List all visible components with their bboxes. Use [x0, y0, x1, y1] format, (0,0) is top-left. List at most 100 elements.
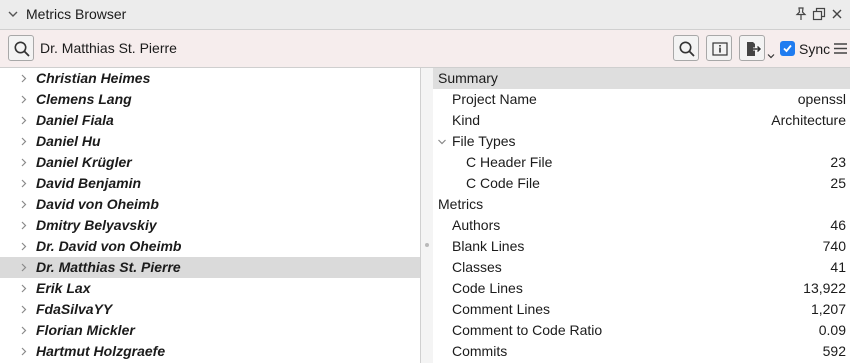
author-row[interactable]: David von Oheimb — [0, 194, 420, 215]
metrics-header: Metrics — [433, 194, 850, 215]
hamburger-menu-icon[interactable] — [833, 42, 848, 55]
chevron-right-icon[interactable] — [19, 137, 28, 146]
metric-label: Code Lines — [452, 280, 523, 296]
metric-label: Classes — [452, 259, 502, 275]
metric-value: 740 — [822, 238, 846, 254]
property-value: Architecture — [771, 112, 846, 128]
chevron-right-icon[interactable] — [19, 179, 28, 188]
author-row[interactable]: Erik Lax — [0, 278, 420, 299]
chevron-right-icon[interactable] — [19, 74, 28, 83]
property-row-kind[interactable]: Kind Architecture — [433, 110, 850, 131]
author-row[interactable]: Dr. David von Oheimb — [0, 236, 420, 257]
author-tree: Christian Heimes Clemens Lang Daniel Fiala… — [0, 68, 421, 363]
chevron-down-icon[interactable] — [437, 137, 447, 147]
metric-label: Authors — [452, 217, 501, 233]
search-icon — [14, 41, 30, 57]
find-button[interactable] — [673, 35, 699, 61]
author-row[interactable]: Hartmut Holzgraefe — [0, 341, 420, 362]
author-name: Florian Mickler — [36, 322, 135, 338]
metric-label: Comment Lines — [452, 301, 551, 317]
author-name: Clemens Lang — [36, 91, 132, 107]
author-row[interactable]: Florian Mickler — [0, 320, 420, 341]
chevron-down-icon[interactable] — [6, 7, 20, 21]
search-toolbar: Sync — [0, 30, 850, 68]
summary-header: Summary — [433, 68, 850, 89]
metric-label: Blank Lines — [452, 238, 525, 254]
author-row[interactable]: Christian Heimes — [0, 68, 420, 89]
sync-checkbox[interactable] — [780, 41, 795, 56]
pin-icon[interactable] — [794, 7, 808, 21]
author-name: Dr. David von Oheimb — [36, 238, 182, 254]
chevron-right-icon[interactable] — [19, 95, 28, 104]
chevron-right-icon[interactable] — [19, 326, 28, 335]
metric-value: 0.09 — [818, 322, 846, 338]
property-value: 23 — [830, 154, 846, 170]
metric-row[interactable]: Comment Lines 1,207 — [433, 299, 850, 320]
metric-value: 592 — [822, 343, 846, 359]
author-row[interactable]: Dr. Matthias St. Pierre — [0, 257, 420, 278]
splitter-handle[interactable] — [425, 243, 429, 247]
author-name: Christian Heimes — [36, 70, 151, 86]
metric-row[interactable]: Code Lines 13,922 — [433, 278, 850, 299]
property-row-c-code-file[interactable]: C Code File 25 — [433, 173, 850, 194]
metric-label: Comment to Code Ratio — [452, 322, 603, 338]
metric-label: Commits — [452, 343, 508, 359]
property-label: Kind — [452, 112, 481, 128]
author-name: David von Oheimb — [36, 196, 159, 212]
sync-label[interactable]: Sync — [799, 41, 830, 57]
author-row[interactable]: Clemens Lang — [0, 89, 420, 110]
author-row[interactable]: FdaSilvaYY — [0, 299, 420, 320]
author-row[interactable]: David Benjamin — [0, 173, 420, 194]
property-row-project-name[interactable]: Project Name openssl — [433, 89, 850, 110]
chevron-right-icon[interactable] — [19, 200, 28, 209]
export-icon — [747, 42, 762, 56]
splitter[interactable] — [421, 68, 433, 363]
chevron-right-icon[interactable] — [19, 116, 28, 125]
chevron-right-icon[interactable] — [19, 305, 28, 314]
metric-value: 46 — [830, 217, 846, 233]
property-row-file-types[interactable]: File Types — [433, 131, 850, 152]
author-name: Dmitry Belyavskiy — [36, 217, 157, 233]
metrics-header-label: Metrics — [438, 196, 484, 212]
metric-row[interactable]: Classes 41 — [433, 257, 850, 278]
author-row[interactable]: Daniel Krügler — [0, 152, 420, 173]
metric-row[interactable]: Comment to Code Ratio 0.09 — [433, 320, 850, 341]
author-name: Daniel Krügler — [36, 154, 132, 170]
author-name: Daniel Fiala — [36, 112, 114, 128]
search-button[interactable] — [8, 35, 34, 61]
author-name: Daniel Hu — [36, 133, 101, 149]
author-list: Christian Heimes Clemens Lang Daniel Fiala… — [0, 68, 420, 362]
metric-value: 1,207 — [810, 301, 846, 317]
property-value: 25 — [830, 175, 846, 191]
chevron-right-icon[interactable] — [19, 284, 28, 293]
chevron-down-icon[interactable] — [767, 52, 775, 60]
chevron-right-icon[interactable] — [19, 158, 28, 167]
panel-title-bar: Metrics Browser — [0, 0, 850, 30]
float-window-icon[interactable] — [812, 7, 826, 21]
author-row[interactable]: Daniel Fiala — [0, 110, 420, 131]
panel-title: Metrics Browser — [26, 6, 127, 22]
author-name: Dr. Matthias St. Pierre — [36, 259, 181, 275]
author-name: David Benjamin — [36, 175, 142, 191]
window-controls — [794, 7, 844, 21]
chevron-right-icon[interactable] — [19, 347, 28, 356]
export-button[interactable] — [739, 35, 765, 61]
metric-row[interactable]: Blank Lines 740 — [433, 236, 850, 257]
author-row[interactable]: Daniel Hu — [0, 131, 420, 152]
search-input[interactable] — [40, 40, 640, 56]
metrics-list: Authors 46 Blank Lines 740 Classes 41 Code Lin… — [433, 215, 850, 362]
chevron-right-icon[interactable] — [19, 242, 28, 251]
property-label: C Header File — [466, 154, 553, 170]
property-value: openssl — [797, 91, 846, 107]
author-row[interactable]: Dmitry Belyavskiy — [0, 215, 420, 236]
properties-panel: Summary Project Name openssl Kind Archit… — [433, 68, 850, 363]
chevron-right-icon[interactable] — [19, 221, 28, 230]
metric-value: 13,922 — [803, 280, 846, 296]
property-row-c-header-file[interactable]: C Header File 23 — [433, 152, 850, 173]
metric-row[interactable]: Authors 46 — [433, 215, 850, 236]
author-name: Hartmut Holzgraefe — [36, 343, 166, 359]
chevron-right-icon[interactable] — [19, 263, 28, 272]
info-button[interactable] — [706, 35, 732, 61]
close-icon[interactable] — [830, 7, 844, 21]
metric-row[interactable]: Commits 592 — [433, 341, 850, 362]
